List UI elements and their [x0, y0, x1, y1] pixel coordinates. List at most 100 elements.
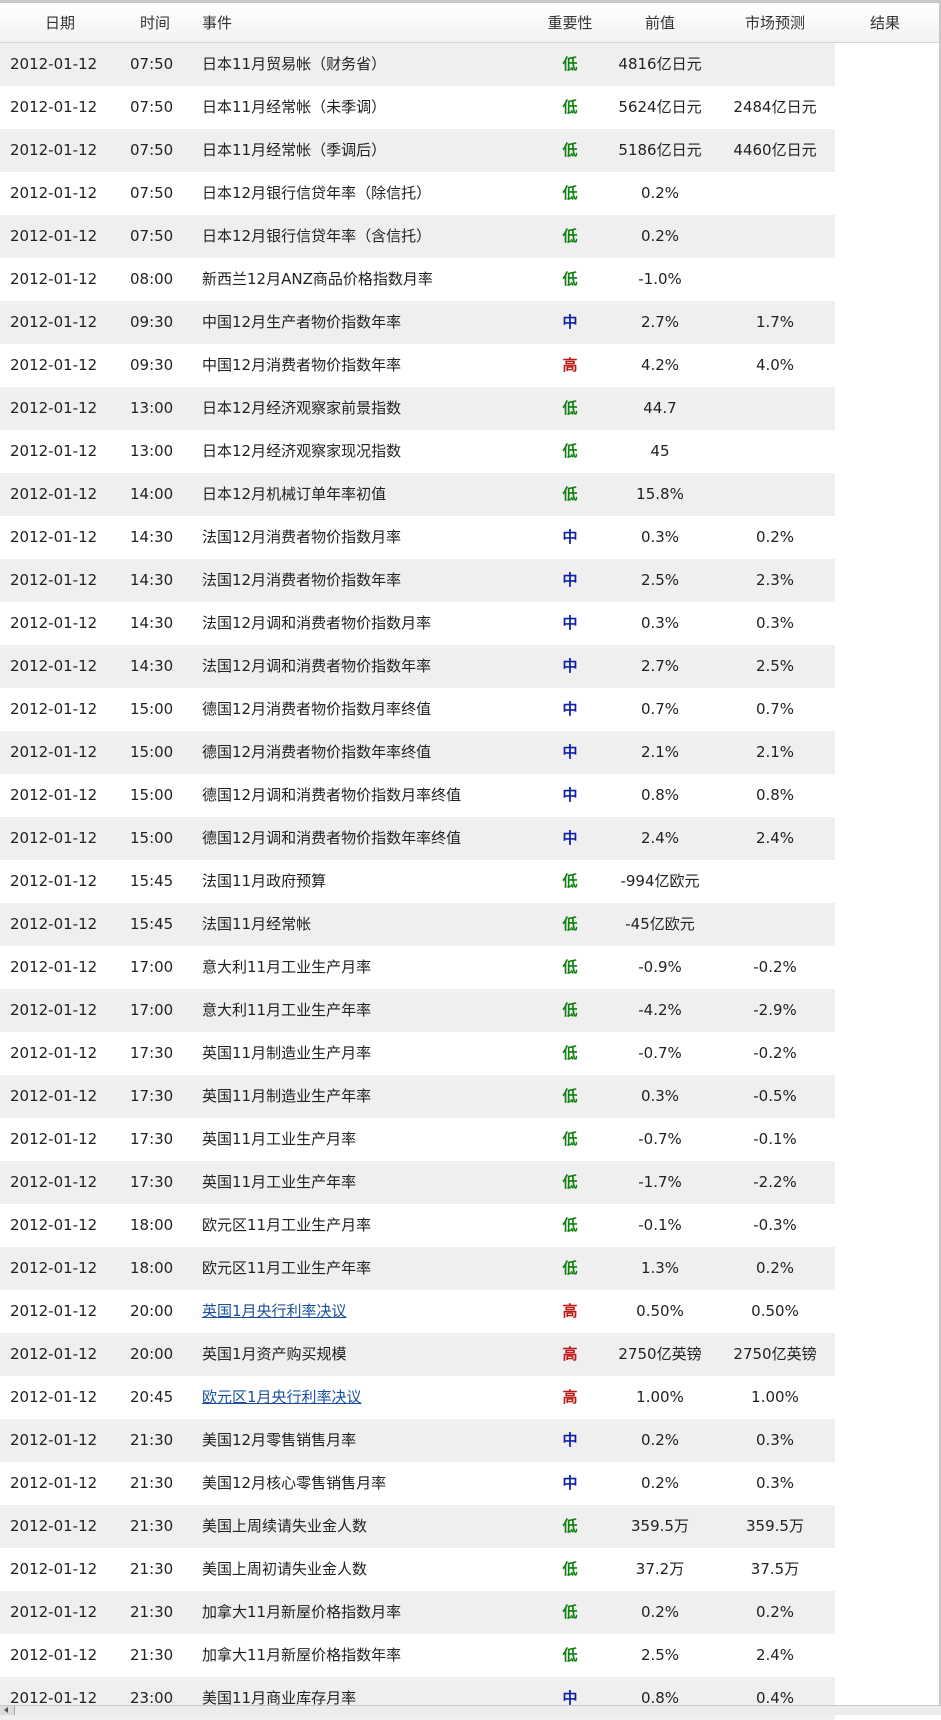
table-row[interactable]: 2012-01-12 21:30 美国12月核心零售销售月率 中 0.2% 0.3%	[0, 1462, 835, 1505]
table-row[interactable]: 2012-01-12 09:30 中国12月生产者物价指数年率 中 2.7% 1.7%	[0, 301, 835, 344]
time-cell: 20:00	[130, 1345, 174, 1363]
horizontal-scrollbar[interactable]	[0, 1705, 941, 1715]
forecast-value-cell: -0.5%	[753, 1087, 797, 1105]
forecast-value-cell: 0.50%	[751, 1302, 799, 1320]
date-cell: 2012-01-12	[10, 657, 98, 675]
table-row[interactable]: 2012-01-12 09:30 中国12月消费者物价指数年率 高 4.2% 4.0%	[0, 344, 835, 387]
forecast-value-cell: 2.1%	[755, 743, 795, 761]
forecast-value-cell: -2.9%	[753, 1001, 797, 1019]
forecast-value-cell: -0.2%	[753, 958, 797, 976]
table-row[interactable]: 2012-01-12 08:00 新西兰12月ANZ商品价格指数月率 低 -1.0%	[0, 258, 835, 301]
time-cell: 17:30	[130, 1173, 174, 1191]
time-cell: 21:30	[130, 1517, 174, 1535]
date-cell: 2012-01-12	[10, 1173, 98, 1191]
event-cell: 美国上周初请失业金人数	[202, 1560, 368, 1578]
event-cell[interactable]: 欧元区1月央行利率决议	[202, 1376, 532, 1419]
event-cell: 美国12月核心零售销售月率	[202, 1474, 387, 1492]
column-header-result[interactable]: 结果	[840, 4, 930, 42]
event-cell: 日本12月经济观察家现况指数	[202, 442, 402, 460]
table-row[interactable]: 2012-01-12 14:00 日本12月机械订单年率初值 低 15.8%	[0, 473, 835, 516]
table-row[interactable]: 2012-01-12 14:30 法国12月消费者物价指数年率 中 2.5% 2.3%	[0, 559, 835, 602]
table-row[interactable]: 2012-01-12 15:00 德国12月调和消费者物价指数月率终值 中 0.8% 0.…	[0, 774, 835, 817]
table-row[interactable]: 2012-01-12 17:30 英国11月制造业生产月率 低 -0.7% -0.2%	[0, 1032, 835, 1075]
forecast-value-cell: -2.2%	[753, 1173, 797, 1191]
event-link[interactable]: 欧元区1月央行利率决议	[202, 1388, 362, 1406]
table-row[interactable]: 2012-01-12 21:30 加拿大11月新屋价格指数月率 低 0.2% 0.2%	[0, 1591, 835, 1634]
table-row[interactable]: 2012-01-12 20:00 英国1月资产购买规模 高 2750亿英镑 2750亿英镑	[0, 1333, 835, 1376]
column-header-importance[interactable]: 重要性	[540, 4, 600, 42]
date-cell: 2012-01-12	[10, 1001, 98, 1019]
window-top-border	[0, 0, 941, 3]
table-row[interactable]: 2012-01-12 15:00 德国12月消费者物价指数月率终值 中 0.7% 0.7%	[0, 688, 835, 731]
table-row[interactable]: 2012-01-12 13:00 日本12月经济观察家前景指数 低 44.7	[0, 387, 835, 430]
table-row[interactable]: 2012-01-12 14:30 法国12月调和消费者物价指数年率 中 2.7% 2.5%	[0, 645, 835, 688]
table-row[interactable]: 2012-01-12 15:00 德国12月调和消费者物价指数年率终值 中 2.4% 2.…	[0, 817, 835, 860]
result-value-cell	[840, 946, 930, 989]
table-row[interactable]: 2012-01-12 17:30 英国11月制造业生产年率 低 0.3% -0.5%	[0, 1075, 835, 1118]
date-cell: 2012-01-12	[10, 872, 98, 890]
column-header-event[interactable]: 事件	[202, 4, 242, 42]
table-row[interactable]: 2012-01-12 13:00 日本12月经济观察家现况指数 低 45	[0, 430, 835, 473]
column-header-forecast[interactable]: 市场预测	[718, 4, 832, 42]
table-row[interactable]: 2012-01-12 07:50 日本12月银行信贷年率（含信托） 低 0.2%	[0, 215, 835, 258]
column-header-date[interactable]: 日期	[10, 4, 110, 42]
table-row[interactable]: 2012-01-12 20:45 欧元区1月央行利率决议 高 1.00% 1.00%	[0, 1376, 835, 1419]
event-cell: 日本11月贸易帐（财务省）	[202, 55, 387, 73]
table-row[interactable]: 2012-01-12 21:30 美国12月零售销售月率 中 0.2% 0.3%	[0, 1419, 835, 1462]
forecast-value-cell: 2.4%	[755, 1646, 795, 1664]
result-value-cell	[840, 258, 930, 301]
importance-badge: 低	[562, 1216, 578, 1234]
time-cell: 07:50	[130, 55, 174, 73]
importance-badge: 低	[562, 1044, 578, 1062]
time-cell: 21:30	[130, 1603, 174, 1621]
table-row[interactable]: 2012-01-12 15:45 法国11月政府预算 低 -994亿欧元	[0, 860, 835, 903]
previous-value-cell: 1.00%	[636, 1388, 684, 1406]
table-row[interactable]: 2012-01-12 14:30 法国12月消费者物价指数月率 中 0.3% 0.2%	[0, 516, 835, 559]
table-row[interactable]: 2012-01-12 18:00 欧元区11月工业生产年率 低 1.3% 0.2%	[0, 1247, 835, 1290]
result-value-cell	[840, 1333, 930, 1376]
previous-value-cell: 2.7%	[640, 313, 680, 331]
time-cell: 21:30	[130, 1646, 174, 1664]
forecast-value-cell	[718, 903, 832, 946]
result-value-cell	[840, 1118, 930, 1161]
table-row[interactable]: 2012-01-12 17:30 英国11月工业生产月率 低 -0.7% -0.1%	[0, 1118, 835, 1161]
table-row[interactable]: 2012-01-12 15:45 法国11月经常帐 低 -45亿欧元	[0, 903, 835, 946]
importance-badge: 低	[562, 184, 578, 202]
event-cell: 意大利11月工业生产月率	[202, 958, 372, 976]
table-row[interactable]: 2012-01-12 07:50 日本11月贸易帐（财务省） 低 4816亿日元	[0, 43, 835, 86]
table-row[interactable]: 2012-01-12 21:30 美国上周初请失业金人数 低 37.2万 37.5万	[0, 1548, 835, 1591]
forecast-value-cell: 37.5万	[750, 1560, 800, 1578]
result-value-cell	[840, 559, 930, 602]
scroll-left-arrow-icon[interactable]	[0, 1706, 15, 1715]
table-row[interactable]: 2012-01-12 07:50 日本11月经常帐（未季调） 低 5624亿日元 2484…	[0, 86, 835, 129]
table-row[interactable]: 2012-01-12 15:00 德国12月消费者物价指数年率终值 中 2.1% 2.1%	[0, 731, 835, 774]
table-row[interactable]: 2012-01-12 07:50 日本11月经常帐（季调后） 低 5186亿日元 4460…	[0, 129, 835, 172]
event-cell: 日本11月经常帐（季调后）	[202, 141, 387, 159]
table-row[interactable]: 2012-01-12 17:30 英国11月工业生产年率 低 -1.7% -2.2%	[0, 1161, 835, 1204]
previous-value-cell: 0.2%	[640, 1474, 680, 1492]
table-row[interactable]: 2012-01-12 21:30 美国上周续请失业金人数 低 359.5万 359.5万	[0, 1505, 835, 1548]
importance-badge: 低	[562, 141, 578, 159]
table-row[interactable]: 2012-01-12 14:30 法国12月调和消费者物价指数月率 中 0.3% 0.3%	[0, 602, 835, 645]
date-cell: 2012-01-12	[10, 1087, 98, 1105]
table-row[interactable]: 2012-01-12 17:00 意大利11月工业生产月率 低 -0.9% -0.2%	[0, 946, 835, 989]
time-cell: 20:45	[130, 1388, 174, 1406]
column-header-time[interactable]: 时间	[128, 4, 182, 42]
event-cell: 欧元区11月工业生产年率	[202, 1259, 372, 1277]
importance-badge: 低	[562, 485, 578, 503]
table-row[interactable]: 2012-01-12 07:50 日本12月银行信贷年率（除信托） 低 0.2%	[0, 172, 835, 215]
table-row[interactable]: 2012-01-12 17:00 意大利11月工业生产年率 低 -4.2% -2.9%	[0, 989, 835, 1032]
table-row[interactable]: 2012-01-12 18:00 欧元区11月工业生产月率 低 -0.1% -0.3%	[0, 1204, 835, 1247]
importance-badge: 中	[562, 1431, 578, 1449]
previous-value-cell: 5186亿日元	[618, 141, 702, 159]
time-cell: 20:00	[130, 1302, 174, 1320]
event-cell[interactable]: 英国1月央行利率决议	[202, 1290, 532, 1333]
date-cell: 2012-01-12	[10, 786, 98, 804]
event-link[interactable]: 英国1月央行利率决议	[202, 1302, 347, 1320]
column-header-previous[interactable]: 前值	[600, 4, 720, 42]
table-row[interactable]: 2012-01-12 21:30 加拿大11月新屋价格指数年率 低 2.5% 2.4%	[0, 1634, 835, 1677]
event-cell: 意大利11月工业生产年率	[202, 1001, 372, 1019]
table-row[interactable]: 2012-01-12 20:00 英国1月央行利率决议 高 0.50% 0.50%	[0, 1290, 835, 1333]
previous-value-cell: 2.5%	[640, 571, 680, 589]
forecast-value-cell: 4.0%	[755, 356, 795, 374]
